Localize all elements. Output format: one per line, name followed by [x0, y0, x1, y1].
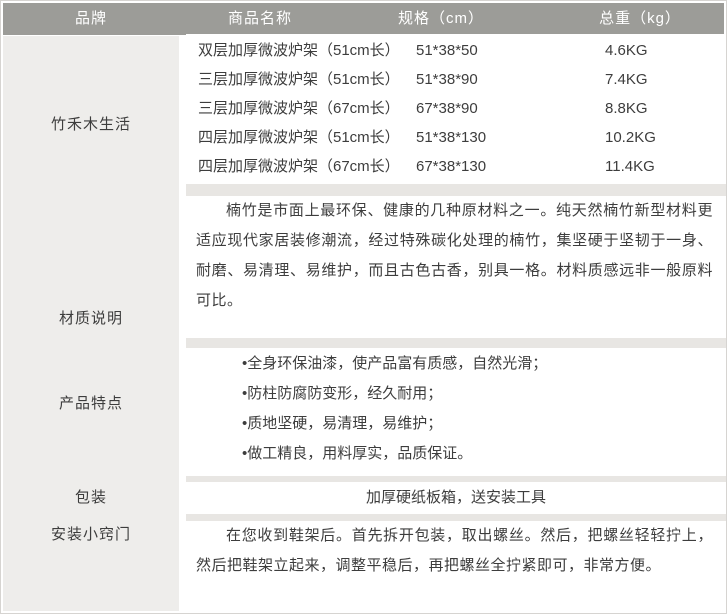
header-col-spec: 规格（cm）	[398, 3, 484, 35]
product-spec: 51*38*90	[416, 65, 478, 94]
feature-item: •防柱防腐防变形，经久耐用；	[242, 379, 716, 409]
product-weight: 7.4KG	[605, 65, 648, 94]
header-col-brand: 品牌	[75, 3, 107, 35]
product-weight: 11.4KG	[605, 152, 655, 181]
material-description-section: 楠竹是市面上最环保、健康的几种原材料之一。纯天然楠竹新型材料更适应现代家居装修潮…	[186, 196, 726, 338]
table-row: 双层加厚微波炉架（51cm长） 51*38*50 4.6KG	[186, 36, 726, 65]
content-area: 双层加厚微波炉架（51cm长） 51*38*50 4.6KG 三层加厚微波炉架（…	[186, 34, 726, 613]
product-name: 四层加厚微波炉架（67cm长）	[198, 152, 400, 181]
packaging-section-label: 包装	[3, 488, 179, 508]
product-weight: 4.6KG	[605, 36, 648, 65]
material-description-text: 楠竹是市面上最环保、健康的几种原材料之一。纯天然楠竹新型材料更适应现代家居装修潮…	[196, 196, 713, 316]
product-spec: 67*38*130	[416, 152, 486, 181]
header-col-weight: 总重（kg）	[599, 3, 681, 35]
feature-item: •质地坚硬，易清理，易维护；	[242, 409, 716, 439]
product-list-section: 双层加厚微波炉架（51cm长） 51*38*50 4.6KG 三层加厚微波炉架（…	[186, 34, 726, 184]
packaging-section: 加厚硬纸板箱，送安装工具	[186, 482, 726, 514]
table-row: 四层加厚微波炉架（67cm长） 67*38*130 11.4KG	[186, 152, 726, 181]
product-name: 三层加厚微波炉架（67cm长）	[198, 94, 400, 123]
feature-item: •做工精良，用料厚实，品质保证。	[242, 439, 716, 469]
product-spec-table: 品牌 商品名称 规格（cm） 总重（kg） 竹禾木生活 材质说明 产品特点 包装…	[0, 0, 727, 614]
table-row: 四层加厚微波炉架（51cm长） 51*38*130 10.2KG	[186, 123, 726, 152]
table-row: 三层加厚微波炉架（51cm长） 51*38*90 7.4KG	[186, 65, 726, 94]
material-section-label: 材质说明	[3, 309, 179, 329]
product-spec: 67*38*90	[416, 94, 478, 123]
product-weight: 10.2KG	[605, 123, 656, 152]
product-name: 三层加厚微波炉架（51cm长）	[198, 65, 400, 94]
installation-tips-text: 在您收到鞋架后。首先拆开包装，取出螺丝。然后，把螺丝轻轻拧上，然后把鞋架立起来，…	[196, 521, 713, 581]
installation-tips-section: 在您收到鞋架后。首先拆开包装，取出螺丝。然后，把螺丝轻轻拧上，然后把鞋架立起来，…	[186, 521, 726, 614]
header-col-name: 商品名称	[228, 3, 292, 35]
product-spec: 51*38*130	[416, 123, 486, 152]
table-row: 三层加厚微波炉架（67cm长） 67*38*90 8.8KG	[186, 94, 726, 123]
brand-label: 竹禾木生活	[3, 115, 179, 135]
table-header: 品牌 商品名称 规格（cm） 总重（kg）	[3, 3, 724, 35]
product-name: 四层加厚微波炉架（51cm长）	[198, 123, 400, 152]
packaging-text: 加厚硬纸板箱，送安装工具	[366, 489, 546, 506]
feature-item: •全身环保油漆，使产品富有质感，自然光滑；	[242, 349, 716, 379]
product-features-section: •全身环保油漆，使产品富有质感，自然光滑； •防柱防腐防变形，经久耐用； •质地…	[186, 348, 726, 476]
product-name: 双层加厚微波炉架（51cm长）	[198, 36, 400, 65]
product-weight: 8.8KG	[605, 94, 648, 123]
installation-section-label: 安装小窍门	[3, 525, 179, 545]
features-section-label: 产品特点	[3, 394, 179, 414]
product-spec: 51*38*50	[416, 36, 478, 65]
